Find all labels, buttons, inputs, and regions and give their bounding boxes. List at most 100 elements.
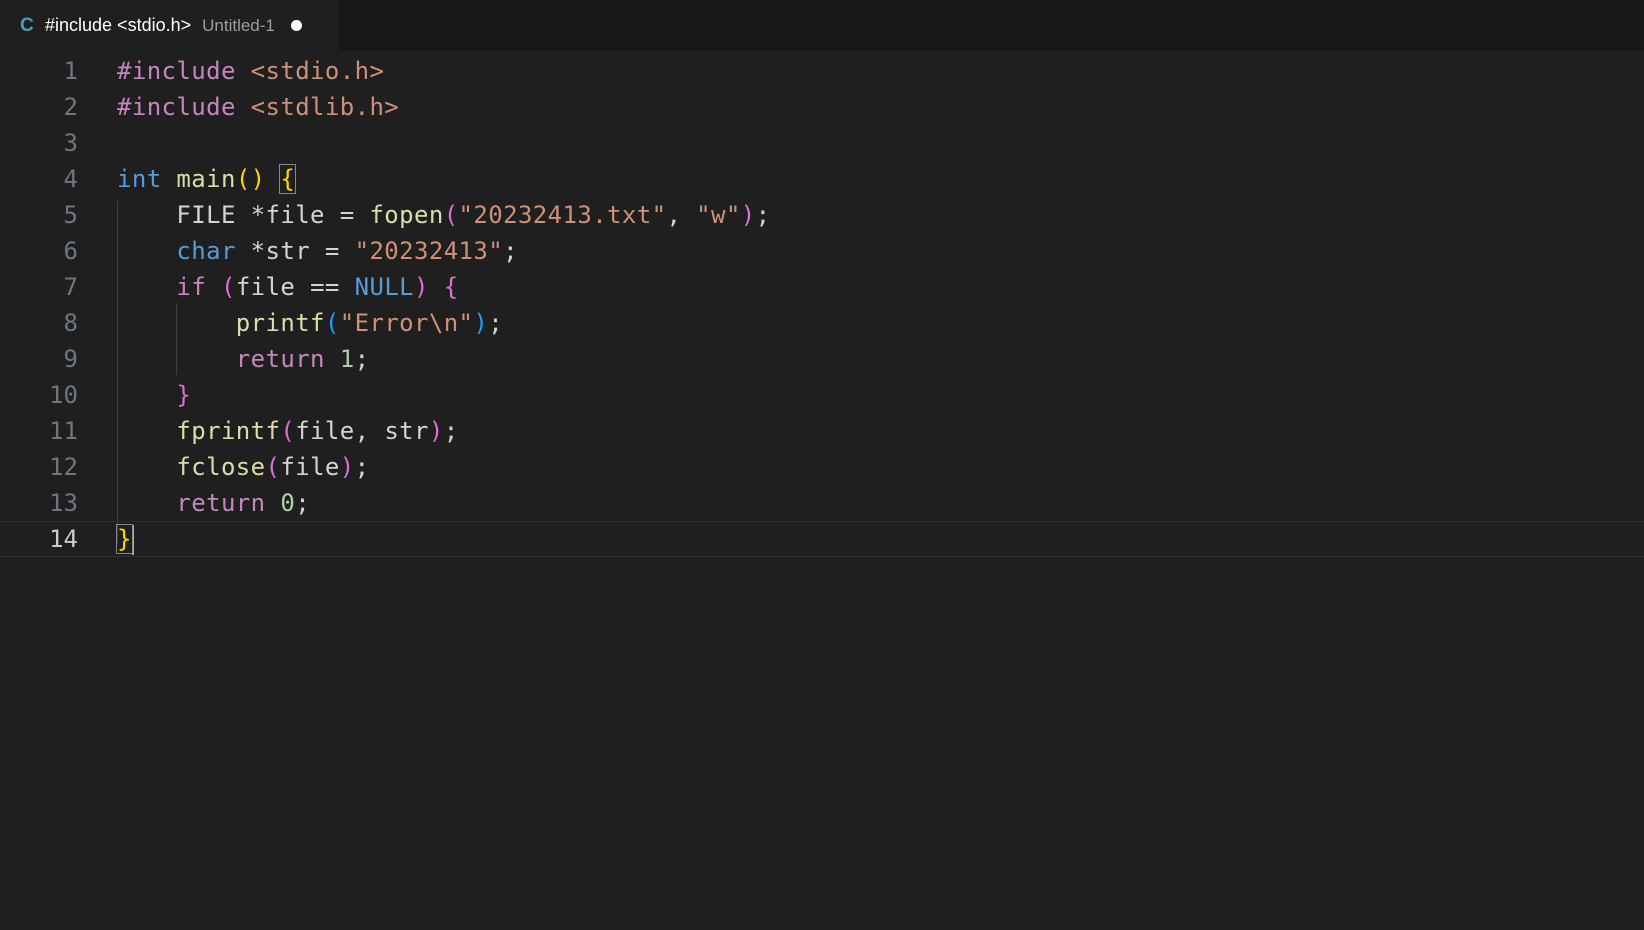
code-token: () [235,165,266,193]
line-number: 3 [63,129,78,157]
code-token: return [176,489,266,517]
code-token: "20232413" [354,237,504,265]
code-token: ) [428,417,444,445]
tab-title: #include <stdio.h> [45,15,192,35]
line-number: 6 [63,237,78,265]
code-line[interactable]: 1 #include <stdio.h> [0,53,1644,89]
code-token: } [176,381,192,409]
code-text: return 0; [117,485,310,521]
code-token: "20232413.txt" [458,201,667,229]
code-line[interactable]: 14} [0,521,1644,557]
text-cursor [131,525,134,555]
code-line[interactable]: 11 fprintf(file, str); [0,413,1644,449]
code-token: <stdio.h> [250,57,385,85]
code-text: printf("Error\n"); [117,305,503,341]
code-token: ; [295,489,311,517]
code-text: FILE *file = fopen("20232413.txt", "w"); [117,197,770,233]
code-token: ( [280,417,296,445]
code-token: { [279,164,297,194]
tab-bar: C #include <stdio.h> Untitled-1 [0,0,1644,51]
code-token: ) [414,273,429,301]
line-number: 11 [49,417,78,445]
code-token: file == [235,273,355,301]
code-token: #include [117,93,236,121]
code-line[interactable]: 6 char *str = "20232413"; [0,233,1644,269]
code-text: #include <stdlib.h> [117,89,399,125]
code-token: "w" [696,201,741,229]
code-text: char *str = "20232413"; [117,233,518,269]
line-number: 10 [49,381,78,409]
line-number: 8 [63,309,78,337]
code-token: ; [503,237,518,265]
code-token: char [176,237,236,265]
code-line[interactable]: 12 fclose(file); [0,449,1644,485]
line-number: 7 [63,273,78,301]
code-line[interactable]: 10 } [0,377,1644,413]
code-line[interactable]: 3 [0,125,1644,161]
code-line[interactable]: 2 #include <stdlib.h> [0,89,1644,125]
code-token: ; [755,201,771,229]
code-line[interactable]: 5 FILE *file = fopen("20232413.txt", "w"… [0,197,1644,233]
code-line[interactable]: 7 if (file == NULL) { [0,269,1644,305]
code-token: ( [220,273,236,301]
code-text: fprintf(file, str); [117,413,459,449]
code-token: ( [324,309,340,337]
code-token: fprintf [176,417,281,445]
code-token: if [176,273,207,301]
code-text: return 1; [117,341,369,377]
code-token: ; [354,345,370,373]
code-token: ) [740,201,756,229]
code-text: if (file == NULL) { [117,269,459,305]
code-token: return [235,345,325,373]
code-token: ( [265,453,281,481]
code-token: file [280,453,340,481]
code-token: ( [443,201,459,229]
code-token: ; [488,309,504,337]
code-text: #include <stdio.h> [117,53,384,89]
code-text: } [116,521,134,557]
line-number: 4 [63,165,78,193]
code-line[interactable]: 13 return 0; [0,485,1644,521]
c-language-icon: C [20,14,34,36]
code-text: } [117,377,191,413]
code-token: } [116,524,133,554]
tab-untitled-1[interactable]: C #include <stdio.h> Untitled-1 [0,0,338,51]
line-number: 2 [63,93,78,121]
editor-window: C #include <stdio.h> Untitled-1 1 #includ… [0,0,1644,930]
tab-description: Untitled-1 [202,15,275,35]
code-token: ) [339,453,355,481]
code-line[interactable]: 9 return 1; [0,341,1644,377]
code-text: fclose(file); [117,449,370,485]
code-line[interactable]: 8 printf("Error\n"); [0,305,1644,341]
code-editor[interactable]: 1 #include <stdio.h> 2 #include <stdlib.h> 3… [0,51,1644,930]
code-token: { [443,273,459,301]
code-token: 0 [280,489,296,517]
line-number: 13 [49,489,78,517]
code-token: ; [354,453,370,481]
line-number: 5 [63,201,78,229]
code-token: 1 [339,345,355,373]
code-token: int [117,165,162,193]
unsaved-dot-icon[interactable] [290,20,302,31]
line-number: 1 [63,57,78,85]
code-token: ) [473,309,489,337]
code-line[interactable]: 4 int main() { [0,161,1644,197]
code-token: fopen [369,201,444,229]
code-token: "Error\n" [339,309,474,337]
code-text: int main() { [117,161,297,197]
line-number: 14 [49,525,78,553]
